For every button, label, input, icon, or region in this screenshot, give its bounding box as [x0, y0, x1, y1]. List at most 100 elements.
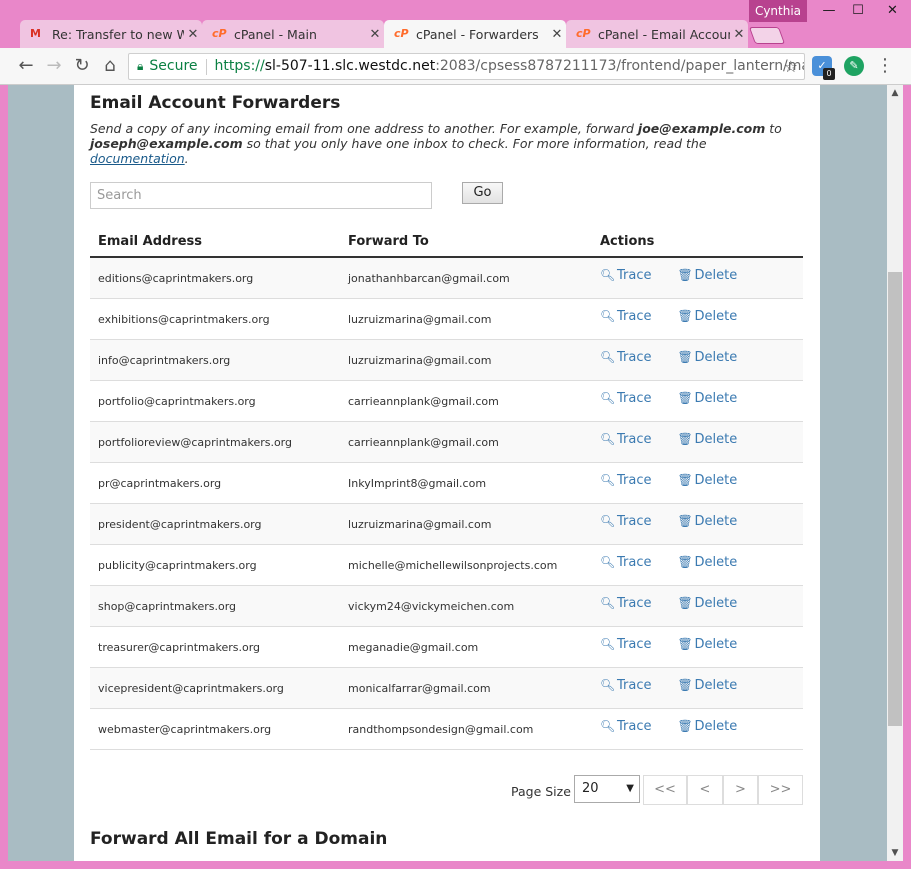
- reload-icon[interactable]: ↻: [70, 54, 94, 78]
- tab-close-icon[interactable]: ✕: [184, 27, 202, 42]
- forward-to-cell: meganadie@gmail.com: [348, 640, 479, 654]
- table-row: vicepresident@caprintmakers.org monicalfa…: [90, 668, 803, 709]
- tab-close-icon[interactable]: ✕: [366, 27, 384, 42]
- maximize-button[interactable]: ☐: [843, 0, 873, 22]
- trace-link[interactable]: 🔍︎ Trace: [600, 719, 652, 734]
- search-icon: 🔍︎: [600, 596, 616, 610]
- separator: [205, 58, 207, 75]
- url-scheme: https://: [214, 58, 265, 74]
- table-row: president@caprintmakers.org luzruizmarina…: [90, 504, 803, 545]
- minimize-button[interactable]: —: [814, 0, 844, 22]
- lock-icon: 🔒︎: [137, 59, 144, 73]
- tab-close-icon[interactable]: ✕: [730, 27, 748, 42]
- secure-label: Secure: [149, 58, 198, 74]
- trace-link[interactable]: 🔍︎ Trace: [600, 555, 652, 570]
- delete-link[interactable]: 🗑︎ Delete: [678, 268, 738, 283]
- trace-link[interactable]: 🔍︎ Trace: [600, 678, 652, 693]
- email-address-cell: pr@caprintmakers.org: [98, 476, 222, 490]
- forwarders-title: Email Account Forwarders: [90, 93, 341, 113]
- tab-cpanel-forwarders[interactable]: cP cPanel - Forwarders ✕: [384, 20, 566, 48]
- forward-to-cell: michelle@michellewilsonprojects.com: [348, 558, 558, 572]
- email-address-cell: portfolioreview@caprintmakers.org: [98, 435, 292, 449]
- trace-link[interactable]: 🔍︎ Trace: [600, 637, 652, 652]
- scroll-thumb[interactable]: [888, 272, 902, 726]
- tab-close-icon[interactable]: ✕: [548, 27, 566, 42]
- delete-link[interactable]: 🗑︎ Delete: [678, 350, 738, 365]
- extension-green-icon[interactable]: ✎: [844, 56, 864, 76]
- trash-icon: 🗑︎: [677, 514, 693, 528]
- documentation-link[interactable]: documentation: [90, 151, 185, 166]
- delete-link[interactable]: 🗑︎ Delete: [678, 473, 738, 488]
- table-row: portfolio@caprintmakers.org carrieannplan…: [90, 381, 803, 422]
- delete-link[interactable]: 🗑︎ Delete: [678, 678, 738, 693]
- email-address-cell: president@caprintmakers.org: [98, 517, 262, 531]
- actions-cell: 🔍︎ Trace 🗑︎ Delete: [590, 637, 803, 652]
- search-icon: 🔍︎: [600, 268, 616, 282]
- delete-link[interactable]: 🗑︎ Delete: [678, 432, 738, 447]
- trace-link[interactable]: 🔍︎ Trace: [600, 391, 652, 406]
- col-email-address[interactable]: Email Address: [90, 234, 340, 249]
- email-address-cell: portfolio@caprintmakers.org: [98, 394, 256, 408]
- forward-to-cell: jonathanhbarcan@gmail.com: [348, 271, 510, 285]
- delete-link[interactable]: 🗑︎ Delete: [678, 391, 738, 406]
- actions-cell: 🔍︎ Trace 🗑︎ Delete: [590, 350, 803, 365]
- delete-link[interactable]: 🗑︎ Delete: [678, 555, 738, 570]
- back-icon[interactable]: ←: [14, 54, 38, 78]
- delete-link[interactable]: 🗑︎ Delete: [678, 309, 738, 324]
- forwarders-table: Email Address Forward To Actions edition…: [90, 227, 803, 750]
- url-text: https://sl-507-11.slc.westdc.net:2083/cp…: [215, 54, 804, 79]
- vertical-scrollbar[interactable]: ▲ ▼: [887, 85, 903, 861]
- table-row: info@caprintmakers.org luzruizmarina@gmai…: [90, 340, 803, 381]
- new-tab-button[interactable]: [748, 27, 786, 44]
- search-icon: 🔍︎: [600, 719, 616, 733]
- cpanel-icon: cP: [576, 27, 591, 40]
- trash-icon: 🗑︎: [677, 350, 693, 364]
- delete-link[interactable]: 🗑︎ Delete: [678, 596, 738, 611]
- table-row: shop@caprintmakers.org vickym24@vickymeic…: [90, 586, 803, 627]
- last-page-button[interactable]: >>: [758, 775, 803, 805]
- trace-link[interactable]: 🔍︎ Trace: [600, 268, 652, 283]
- delete-link[interactable]: 🗑︎ Delete: [678, 719, 738, 734]
- window-frame: [0, 861, 911, 869]
- trace-link[interactable]: 🔍︎ Trace: [600, 309, 652, 324]
- bookmark-star-icon[interactable]: ☆: [784, 54, 798, 79]
- tab-cpanel-email-accounts[interactable]: cP cPanel - Email Account ✕: [566, 20, 748, 48]
- forward-icon[interactable]: →: [42, 54, 66, 78]
- col-forward-to[interactable]: Forward To: [340, 234, 590, 249]
- close-window-button[interactable]: ✕: [874, 0, 911, 22]
- page-viewport: Email Account Forwarders Send a copy of …: [8, 85, 887, 861]
- trace-link[interactable]: 🔍︎ Trace: [600, 514, 652, 529]
- forward-to-cell: luzruizmarina@gmail.com: [348, 312, 492, 326]
- delete-link[interactable]: 🗑︎ Delete: [678, 514, 738, 529]
- scroll-up-icon[interactable]: ▲: [887, 85, 903, 101]
- forwarders-description: Send a copy of any incoming email from o…: [90, 121, 782, 166]
- trace-link[interactable]: 🔍︎ Trace: [600, 432, 652, 447]
- domain-forward-title: Forward All Email for a Domain: [90, 829, 388, 849]
- search-input[interactable]: Search: [90, 182, 432, 209]
- trash-icon: 🗑︎: [677, 719, 693, 733]
- trace-link[interactable]: 🔍︎ Trace: [600, 350, 652, 365]
- menu-dots-icon[interactable]: ⋮: [876, 55, 894, 77]
- delete-link[interactable]: 🗑︎ Delete: [678, 637, 738, 652]
- search-icon: 🔍︎: [600, 473, 616, 487]
- go-button[interactable]: Go: [462, 182, 503, 204]
- prev-page-button[interactable]: <: [687, 775, 723, 805]
- tab-label: Re: Transfer to new We: [52, 26, 184, 42]
- tab-gmail[interactable]: M Re: Transfer to new We ✕: [20, 20, 202, 48]
- tab-cpanel-main[interactable]: cP cPanel - Main ✕: [202, 20, 384, 48]
- trash-icon: 🗑︎: [677, 309, 693, 323]
- email-address-cell: vicepresident@caprintmakers.org: [98, 681, 284, 695]
- scroll-down-icon[interactable]: ▼: [887, 845, 903, 861]
- next-page-button[interactable]: >: [723, 775, 758, 805]
- page-size-select[interactable]: 20 ▼: [574, 775, 640, 803]
- home-icon[interactable]: ⌂: [98, 54, 122, 78]
- address-bar[interactable]: 🔒︎ Secure https://sl-507-11.slc.westdc.n…: [128, 53, 805, 80]
- table-row: portfolioreview@caprintmakers.org carriea…: [90, 422, 803, 463]
- forward-to-cell: carrieannplank@gmail.com: [348, 394, 499, 408]
- profile-button[interactable]: Cynthia: [749, 0, 807, 22]
- actions-cell: 🔍︎ Trace 🗑︎ Delete: [590, 432, 803, 447]
- cpanel-icon: cP: [212, 27, 227, 40]
- trace-link[interactable]: 🔍︎ Trace: [600, 473, 652, 488]
- first-page-button[interactable]: <<: [643, 775, 687, 805]
- trace-link[interactable]: 🔍︎ Trace: [600, 596, 652, 611]
